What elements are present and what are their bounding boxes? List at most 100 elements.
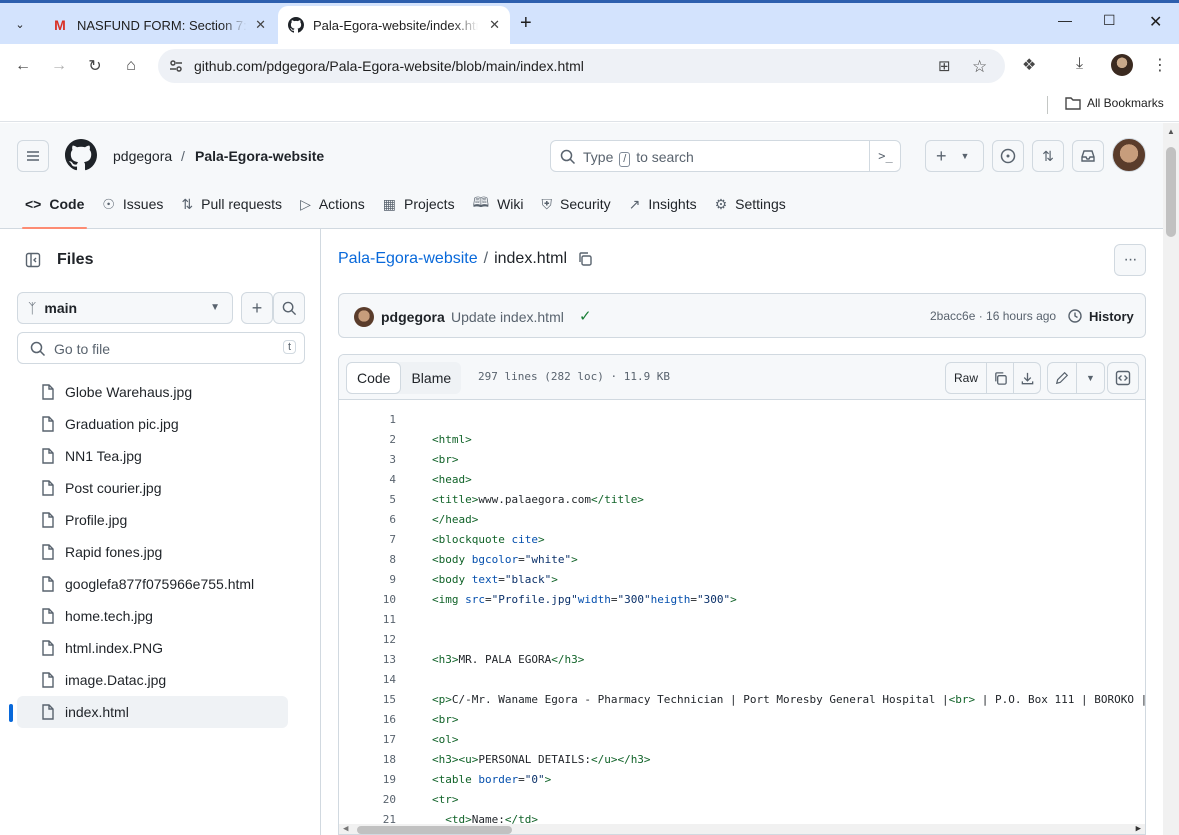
tab-pull-requests[interactable]: ⇅ Pull requests xyxy=(172,187,291,221)
profile-avatar[interactable] xyxy=(1111,54,1133,76)
line-number[interactable]: 6 xyxy=(339,513,396,526)
line-number[interactable]: 14 xyxy=(339,673,396,686)
line-number[interactable]: 9 xyxy=(339,573,396,586)
browser-menu-icon[interactable]: ⋮ xyxy=(1152,55,1168,75)
github-logo-icon[interactable] xyxy=(65,139,97,171)
owner-link[interactable]: pdgegora xyxy=(113,148,172,164)
raw-button[interactable]: Raw xyxy=(946,363,986,393)
line-number[interactable]: 2 xyxy=(339,433,396,446)
back-button[interactable]: ← xyxy=(12,55,34,77)
edit-options-button[interactable]: ▼ xyxy=(1076,363,1104,393)
line-number[interactable]: 17 xyxy=(339,733,396,746)
line-number[interactable]: 7 xyxy=(339,533,396,546)
copy-path-icon[interactable] xyxy=(577,251,593,267)
line-number[interactable]: 12 xyxy=(339,633,396,646)
search-files-button[interactable] xyxy=(273,292,305,324)
line-number[interactable]: 19 xyxy=(339,773,396,786)
check-icon[interactable]: ✓ xyxy=(579,307,592,325)
close-tab-icon[interactable]: ✕ xyxy=(489,17,500,33)
line-number[interactable]: 11 xyxy=(339,613,396,626)
line-number[interactable]: 8 xyxy=(339,553,396,566)
global-menu-button[interactable] xyxy=(17,140,49,172)
history-button[interactable]: History xyxy=(1067,308,1134,324)
file-tree-item[interactable]: Post courier.jpg xyxy=(17,472,288,504)
site-info-icon[interactable] xyxy=(168,58,184,74)
all-bookmarks-button[interactable]: All Bookmarks xyxy=(1065,96,1164,110)
file-tree-item[interactable]: googlefa877f075966e755.html xyxy=(17,568,288,600)
tab-code[interactable]: Code xyxy=(346,362,402,394)
maximize-button[interactable]: ☐ xyxy=(1103,12,1116,29)
search-input[interactable]: Type / to search >_ xyxy=(550,140,901,172)
download-raw-button[interactable] xyxy=(1013,363,1040,393)
command-palette-button[interactable]: >_ xyxy=(869,141,901,171)
tab-blame[interactable]: Blame xyxy=(401,362,461,394)
file-tree-item[interactable]: NN1 Tea.jpg xyxy=(17,440,288,472)
new-tab-button[interactable]: + xyxy=(520,12,532,35)
downloads-icon[interactable]: ⤓ xyxy=(1076,55,1083,73)
edit-file-button[interactable] xyxy=(1048,363,1076,393)
address-bar[interactable]: github.com/pdgegora/Pala-Egora-website/b… xyxy=(158,49,1005,83)
pull-requests-button[interactable]: ⇅ xyxy=(1032,140,1064,172)
browser-tab-nasfund[interactable]: M NASFUND FORM: Section 7: Em ✕ xyxy=(40,6,276,44)
file-tree-item[interactable]: home.tech.jpg xyxy=(17,600,288,632)
tab-security[interactable]: ⛨ Security xyxy=(533,187,620,221)
more-options-button[interactable]: ··· xyxy=(1114,244,1146,276)
line-number[interactable]: 13 xyxy=(339,653,396,666)
bookmark-star-icon[interactable]: ☆ xyxy=(972,57,987,77)
forward-button[interactable]: → xyxy=(48,55,70,77)
tab-search-button[interactable]: ⌄ xyxy=(9,13,31,35)
tab-insights[interactable]: ↗ Insights xyxy=(620,187,706,221)
line-number[interactable]: 18 xyxy=(339,753,396,766)
file-tree-item[interactable]: Graduation pic.jpg xyxy=(17,408,288,440)
add-file-button[interactable]: + xyxy=(241,292,273,324)
tab-actions[interactable]: ▷ Actions xyxy=(291,187,374,221)
close-window-button[interactable]: ✕ xyxy=(1149,12,1162,32)
install-app-icon[interactable]: ⊞ xyxy=(938,57,951,75)
copy-raw-button[interactable] xyxy=(986,363,1013,393)
tab-settings[interactable]: ⚙ Settings xyxy=(706,187,795,221)
go-to-file-input[interactable]: Go to file t xyxy=(17,332,305,364)
commit-author-link[interactable]: pdgegora xyxy=(381,309,445,325)
browser-tab-github[interactable]: Pala-Egora-website/index.html ✕ xyxy=(278,6,510,44)
branch-selector[interactable]: ᛉ main ▼ xyxy=(17,292,233,324)
file-tree-item[interactable]: index.html xyxy=(9,696,288,728)
user-avatar[interactable] xyxy=(1112,138,1146,172)
create-new-button[interactable]: + ▼ xyxy=(925,140,984,172)
commit-message-link[interactable]: Update index.html xyxy=(451,309,564,325)
line-number[interactable]: 16 xyxy=(339,713,396,726)
issues-button[interactable] xyxy=(992,140,1024,172)
line-number[interactable]: 15 xyxy=(339,693,396,706)
page-scrollbar[interactable]: ▲ xyxy=(1163,123,1179,835)
line-number[interactable]: 5 xyxy=(339,493,396,506)
line-number[interactable]: 3 xyxy=(339,453,396,466)
tab-projects[interactable]: ▦ Projects xyxy=(374,187,464,221)
line-number[interactable]: 4 xyxy=(339,473,396,486)
tab-code[interactable]: <> Code xyxy=(16,187,93,229)
home-button[interactable]: ⌂ xyxy=(120,55,142,77)
repo-link[interactable]: Pala-Egora-website xyxy=(195,148,324,164)
reload-button[interactable]: ↻ xyxy=(84,55,106,77)
scrollbar-thumb[interactable] xyxy=(1166,147,1176,237)
code-lines[interactable]: 21 <td>Name:</td> 20 <tr> 19 <table border="… xyxy=(339,401,1145,834)
line-number[interactable]: 10 xyxy=(339,593,396,606)
tab-issues[interactable]: ☉ Issues xyxy=(93,187,172,221)
breadcrumb-repo-link[interactable]: Pala-Egora-website xyxy=(338,250,478,268)
scroll-left-arrow-icon[interactable]: ◀ xyxy=(343,824,348,834)
extensions-icon[interactable]: ❖ xyxy=(1022,55,1036,75)
tab-wiki[interactable]: 🕮 Wiki xyxy=(464,187,533,221)
symbols-button[interactable] xyxy=(1107,362,1139,394)
file-tree-item[interactable]: image.Datac.jpg xyxy=(17,664,288,696)
inbox-button[interactable] xyxy=(1072,140,1104,172)
scroll-up-arrow-icon[interactable]: ▲ xyxy=(1167,127,1175,136)
scroll-right-arrow-icon[interactable]: ▶ xyxy=(1136,824,1141,834)
minimize-button[interactable]: — xyxy=(1058,12,1072,28)
file-tree-item[interactable]: Rapid fones.jpg xyxy=(17,536,288,568)
file-tree-item[interactable]: html.index.PNG xyxy=(17,632,288,664)
collapse-sidebar-button[interactable] xyxy=(17,244,49,276)
line-number[interactable]: 20 xyxy=(339,793,396,806)
file-tree-item[interactable]: Profile.jpg xyxy=(17,504,288,536)
horizontal-scrollbar[interactable]: ◀ ▶ xyxy=(339,824,1145,834)
file-tree-item[interactable]: Globe Warehaus.jpg xyxy=(17,376,288,408)
commit-sha-time[interactable]: 2bacc6e · 16 hours ago xyxy=(930,309,1056,323)
line-number[interactable]: 1 xyxy=(339,413,396,426)
